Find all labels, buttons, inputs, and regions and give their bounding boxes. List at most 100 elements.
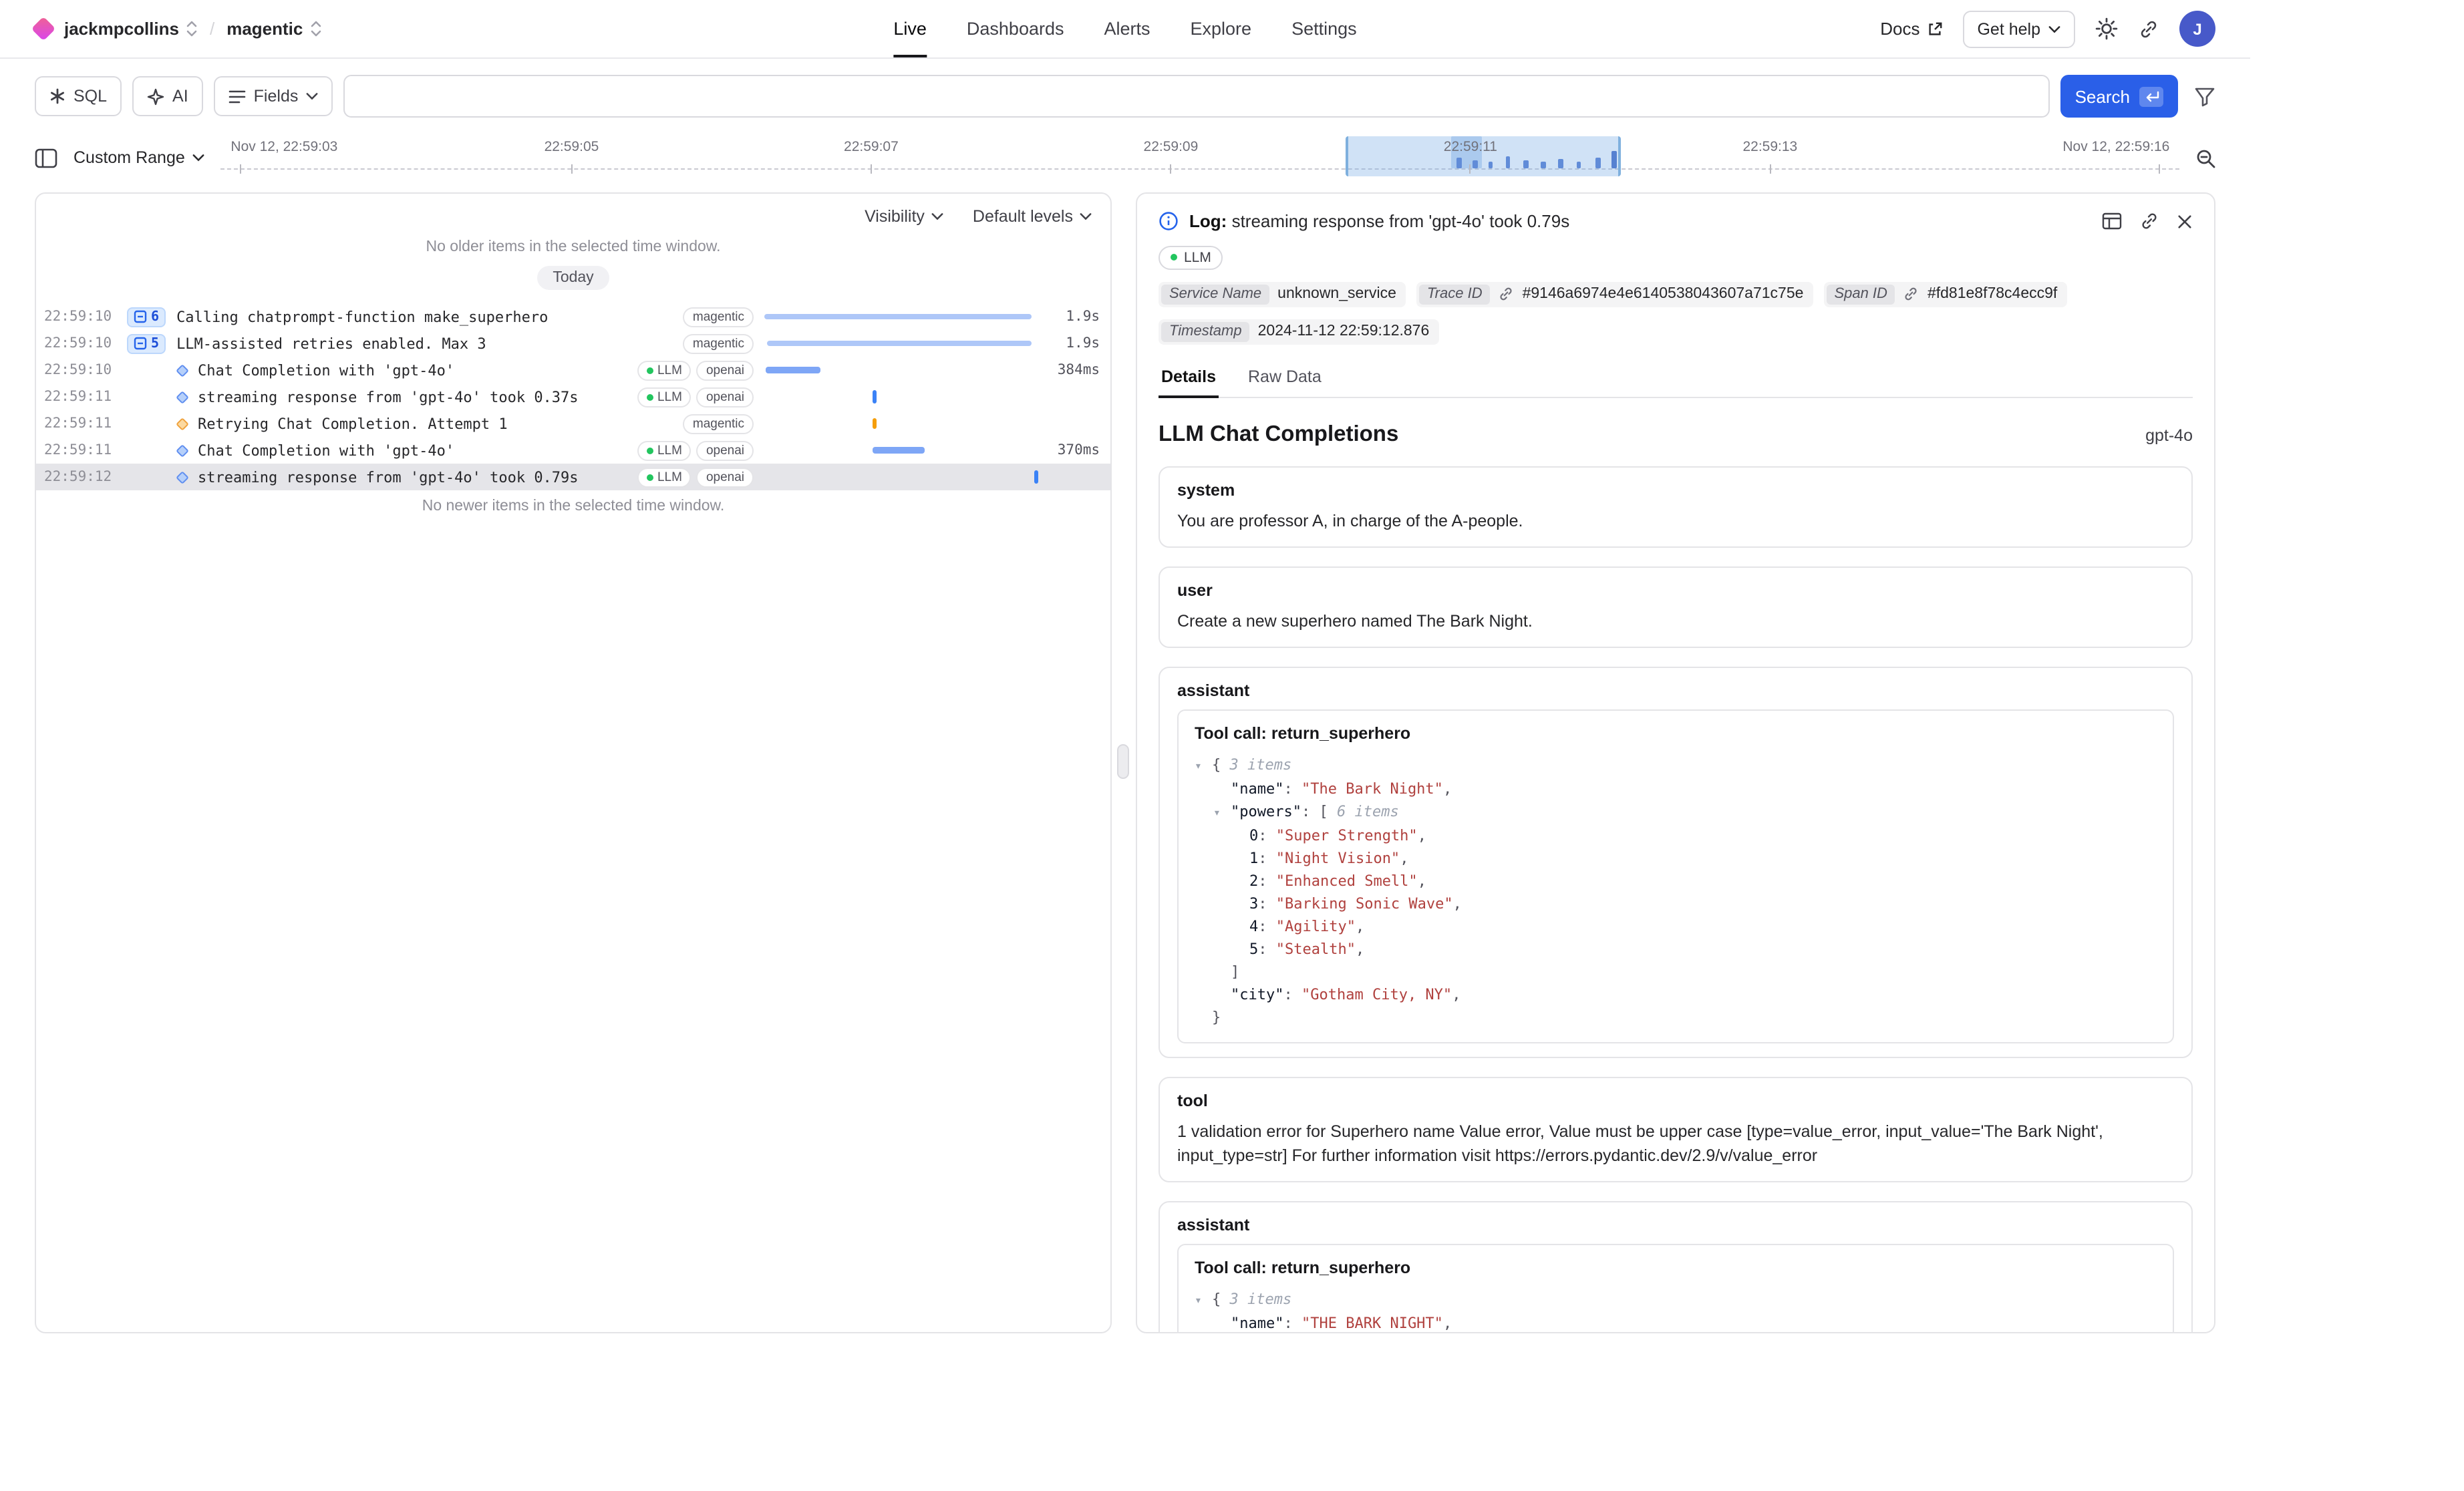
span-bar [764,314,1032,319]
log-row[interactable]: 22:59:10 5 LLM-assisted retries enabled.… [36,330,1110,357]
message-role: assistant [1177,1216,2174,1235]
log-time: 22:59:10 [44,335,122,351]
timeline-tick-label: 22:59:11 [1444,139,1497,155]
time-range-dropdown[interactable]: Custom Range [73,148,205,167]
message-card-system: system You are professor A, in charge of… [1159,466,2193,547]
nav-tab-live[interactable]: Live [893,0,927,57]
timeline-tick-mark [240,164,241,174]
sql-button[interactable]: SQL [35,76,122,116]
user-avatar[interactable]: J [2179,11,2215,47]
list-icon [228,89,246,104]
search-input[interactable] [343,75,2049,118]
timeline-tick-mark [1769,164,1770,174]
copy-link-button[interactable] [2139,211,2159,231]
json-line: ▾{ 3 items [1195,1289,2157,1313]
log-row[interactable]: 22:59:10 Chat Completion with 'gpt-4o' L… [36,357,1110,383]
collapse-count-pill[interactable]: 6 [127,307,166,327]
message-card-tool: tool 1 validation error for Superhero na… [1159,1077,2193,1183]
scope-badge: magentic [683,333,754,353]
nav-tab-explore[interactable]: Explore [1191,0,1252,57]
green-dot-icon [647,393,653,400]
nav-tab-dashboards[interactable]: Dashboards [967,0,1064,57]
log-row[interactable]: 22:59:11 streaming response from 'gpt-4o… [36,383,1110,410]
log-row[interactable]: 22:59:11 Chat Completion with 'gpt-4o' L… [36,437,1110,464]
link-icon [2138,18,2159,39]
tab-details[interactable]: Details [1159,357,1219,396]
timeline-tick-label: 22:59:13 [1742,139,1797,155]
tool-call-title: Tool call: return_superhero [1195,724,2157,743]
topbar-right: Docs Get help J [1880,10,2215,47]
timeline-tick-mark [571,164,572,174]
message-text: 1 validation error for Superhero name Va… [1177,1120,2174,1168]
log-message: Chat Completion with 'gpt-4o' [198,361,454,379]
visibility-dropdown[interactable]: Visibility [865,207,943,226]
span-bar [1034,470,1038,484]
filter-button[interactable] [2194,86,2215,106]
span-diamond-icon [176,470,189,484]
theme-toggle-button[interactable] [2095,17,2118,40]
green-dot-icon [647,474,653,480]
green-dot-icon [1171,254,1177,261]
log-row[interactable]: 22:59:11 Retrying Chat Completion. Attem… [36,410,1110,437]
chevron-down-icon [1080,212,1092,220]
page: jackmpcollins / magentic Live Dashboards… [0,0,2464,1491]
log-message: Calling chatprompt-function make_superhe… [176,308,548,325]
llm-badge: LLM [637,440,691,460]
scope-badge: magentic [683,307,754,327]
zoom-button[interactable] [2195,148,2215,168]
tool-call-card: Tool call: return_superhero ▾{ 3 items"n… [1177,1245,2174,1332]
scope-badge: magentic [683,413,754,434]
log-row[interactable]: 22:59:10 6 Calling chatprompt-function m… [36,303,1110,330]
panel-resize-handle[interactable] [1117,744,1129,779]
no-newer-items-note: No newer items in the selected time wind… [36,498,1110,514]
log-message: LLM-assisted retries enabled. Max 3 [176,335,486,352]
project-switcher[interactable]: magentic [226,19,321,39]
get-help-button[interactable]: Get help [1962,10,2075,47]
levels-dropdown[interactable]: Default levels [973,207,1092,226]
scope-badge: openai [697,440,754,460]
tab-raw-data[interactable]: Raw Data [1245,357,1324,396]
json-tree[interactable]: ▾{ 3 items"name": "The Bark Night",▾"pow… [1195,754,2157,1029]
timeline-track[interactable]: Nov 12, 22:59:0322:59:0522:59:0722:59:09… [221,134,2179,182]
json-line: } [1195,1006,2157,1029]
collapse-count-pill[interactable]: 5 [127,333,166,353]
scope-badge: openai [697,360,754,380]
span-diamond-icon [176,444,189,457]
ai-button[interactable]: AI [132,76,203,116]
message-role: system [1177,480,2174,499]
nav-tab-alerts[interactable]: Alerts [1104,0,1150,57]
log-time: 22:59:11 [44,416,122,432]
log-duration: 370ms [1038,442,1100,458]
share-link-button[interactable] [2138,18,2159,39]
view-in-table-button[interactable] [2102,211,2122,231]
json-line: "name": "The Bark Night", [1195,777,2157,800]
fields-button[interactable]: Fields [214,76,333,116]
log-time: 22:59:10 [44,309,122,325]
close-panel-button[interactable] [2177,211,2193,231]
span-diamond-icon [176,363,189,377]
trace-id-field[interactable]: Trace ID #9146a6974e4e6140538043607a71c7… [1416,281,1813,307]
span-id-field[interactable]: Span ID #fd81e8f78c4ecc9f [1823,281,2066,307]
log-row-selected[interactable]: 22:59:12 streaming response from 'gpt-4o… [36,464,1110,490]
collapse-sidebar-button[interactable] [35,148,57,168]
json-line: 4: "Agility", [1195,915,2157,938]
breadcrumb: jackmpcollins / magentic [35,19,321,39]
span-bar-track [763,330,1038,357]
message-role: assistant [1177,681,2174,700]
search-button[interactable]: Search [2060,75,2178,118]
json-tree[interactable]: ▾{ 3 items"name": "THE BARK NIGHT",▾"pow… [1195,1289,2157,1332]
logfire-logo-icon[interactable] [31,17,56,41]
log-duration: 1.9s [1038,335,1100,351]
warning-diamond-icon [176,417,189,430]
message-role: user [1177,581,2174,599]
timeline-tick-mark [1470,164,1471,174]
docs-link[interactable]: Docs [1880,19,1942,39]
org-switcher[interactable]: jackmpcollins [64,19,198,39]
log-time: 22:59:11 [44,442,122,458]
section-title: LLM Chat Completions [1159,422,1398,447]
log-message: streaming response from 'gpt-4o' took 0.… [198,388,579,405]
info-icon [1159,211,1179,231]
nav-tab-settings[interactable]: Settings [1291,0,1357,57]
llm-badge: LLM [637,360,691,380]
sql-icon [49,88,65,104]
